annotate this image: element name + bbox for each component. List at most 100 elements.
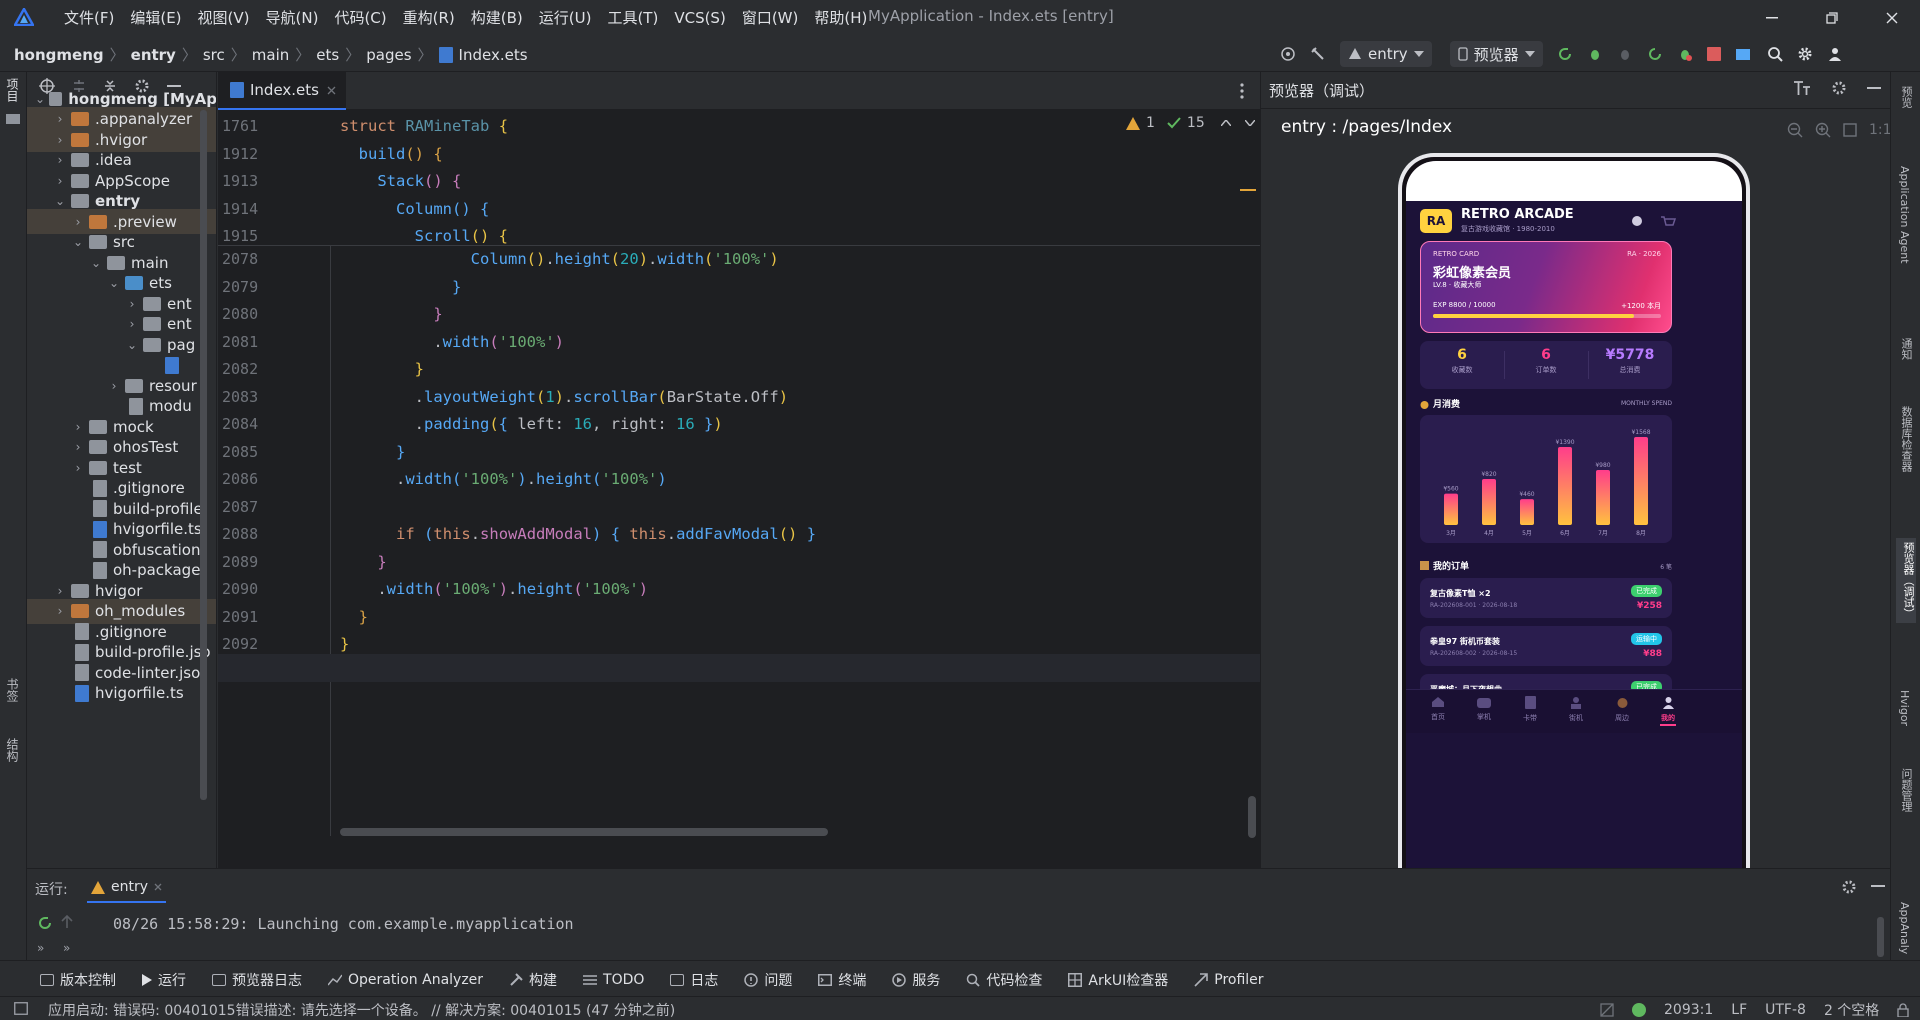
indent-setting[interactable]: 2 个空格 [1824, 1000, 1879, 1020]
chevron-down-icon[interactable]: ⌄ [71, 235, 85, 249]
panel-toggle-icon[interactable] [14, 1002, 28, 1015]
rerun-icon[interactable] [37, 915, 53, 931]
order-row[interactable]: 拳皇97 街机币套装 RA-202608-002 · 2026-08-15 运输… [1420, 626, 1672, 666]
chevron-right-icon[interactable]: › [53, 174, 67, 188]
tool-run[interactable]: 运行 [142, 970, 186, 990]
chevron-right-icon[interactable]: › [71, 440, 85, 454]
stat-favorites[interactable]: 6 收藏数 [1420, 347, 1504, 375]
zoom-in-icon[interactable] [1815, 122, 1831, 138]
warning-marker[interactable] [1240, 189, 1256, 191]
tool-vcs[interactable]: 版本控制 [40, 970, 116, 990]
app-logo-icon[interactable] [14, 8, 34, 26]
notifications-tool-button[interactable]: 通知 [1898, 338, 1914, 360]
chevron-right-icon[interactable]: › [71, 420, 85, 434]
run-settings-icon[interactable] [1841, 879, 1857, 895]
crumb-file[interactable]: Index.ets [459, 46, 528, 64]
crumb-pages[interactable]: pages [366, 46, 411, 64]
menu-help[interactable]: 帮助(H) [806, 7, 875, 29]
member-card[interactable]: RETRO CARD RA · 2026 彩虹像素会员 LV.8 · 收藏大师 … [1420, 241, 1672, 333]
file-encoding[interactable]: UTF-8 [1765, 1002, 1806, 1018]
device-manager-icon[interactable] [1735, 46, 1753, 62]
gamepad-icon[interactable] [1632, 216, 1642, 226]
run-scrollbar[interactable] [1877, 917, 1884, 957]
attach-debugger-icon[interactable] [1617, 46, 1633, 62]
more-options-icon[interactable] [1240, 83, 1244, 99]
cart-icon[interactable] [1660, 215, 1676, 229]
device-select[interactable]: 预览器 [1449, 41, 1543, 67]
app-agent-tool-button[interactable]: Application Agent [1898, 166, 1911, 264]
app-analyzer-tool-button[interactable]: AppAnaly [1898, 902, 1911, 954]
chevron-down-icon[interactable]: ⌄ [89, 256, 103, 270]
close-window-icon[interactable] [1880, 6, 1904, 30]
code-body[interactable]: Column().height(20).width('100%') } } .w… [340, 246, 816, 686]
zoom-out-icon[interactable] [1787, 122, 1803, 138]
crumb-src[interactable]: src [203, 46, 225, 64]
chevron-down-icon[interactable] [1244, 120, 1255, 126]
editor-vscrollbar[interactable] [1248, 796, 1256, 838]
chevron-right-icon[interactable]: › [53, 604, 67, 618]
close-tab-icon[interactable] [327, 86, 336, 95]
profile-icon[interactable] [1677, 46, 1693, 62]
apply-changes-icon[interactable] [1647, 46, 1663, 62]
menu-vcs[interactable]: VCS(S) [666, 7, 733, 29]
rerun-icon[interactable] [1557, 46, 1573, 62]
line-separator[interactable]: LF [1731, 1002, 1747, 1018]
expand-icon[interactable]: » [63, 941, 70, 955]
settings-gear-icon[interactable] [1797, 46, 1813, 62]
tree-item[interactable]: hvigorfile.ts [27, 681, 216, 706]
order-row[interactable]: 复古像素T恤 ×2 RA-202608-001 · 2026-08-18 已完成… [1420, 578, 1672, 618]
tool-operation-analyzer[interactable]: Operation Analyzer [328, 972, 483, 988]
fit-screen-icon[interactable] [1843, 123, 1857, 137]
previewer-debug-tool-button[interactable]: 预览器（调试） [1896, 538, 1916, 623]
database-inspector-tool-button[interactable]: 数据库检查器 [1898, 406, 1914, 472]
menu-window[interactable]: 窗口(W) [734, 7, 807, 29]
menu-refactor[interactable]: 重构(R) [395, 7, 463, 29]
nav-cartridge[interactable]: 卡带 [1508, 694, 1552, 723]
menu-tools[interactable]: 工具(T) [599, 7, 666, 29]
hide-preview-icon[interactable] [1867, 87, 1881, 89]
no-sync-icon[interactable] [1600, 1003, 1614, 1017]
menu-run[interactable]: 运行(U) [531, 7, 600, 29]
restore-icon[interactable] [1820, 6, 1844, 30]
tool-todo[interactable]: TODO [583, 972, 644, 988]
hammer-bug-icon[interactable] [1310, 46, 1326, 62]
project-tool-button[interactable]: 项目 [5, 78, 21, 102]
hvigor-tool-button[interactable]: Hvigor [1898, 690, 1911, 726]
close-tab-icon[interactable] [154, 883, 162, 891]
search-icon[interactable] [1767, 46, 1783, 62]
status-ok-icon[interactable] [1632, 1003, 1646, 1017]
tool-previewer-log[interactable]: 预览器日志 [212, 970, 302, 990]
stop-icon[interactable] [1706, 47, 1721, 61]
issue-management-tool-button[interactable]: 问题管理 [1898, 768, 1914, 812]
inspection-widget[interactable]: 1 15 [1126, 115, 1255, 131]
bookmarks-tool-button[interactable]: 书签 [5, 678, 21, 702]
minimize-icon[interactable] [1760, 6, 1784, 30]
menu-build[interactable]: 构建(B) [463, 7, 531, 29]
cursor-position[interactable]: 2093:1 [1664, 1002, 1713, 1018]
chevron-right-icon[interactable]: › [71, 215, 85, 229]
chevron-right-icon[interactable]: › [53, 133, 67, 147]
scroll-up-icon[interactable] [61, 915, 73, 929]
previewer-settings-icon[interactable] [1831, 80, 1847, 96]
nav-handheld[interactable]: 掌机 [1462, 694, 1506, 722]
tool-arkui-inspector[interactable]: ArkUI检查器 [1068, 970, 1168, 990]
crumb-main[interactable]: main [252, 46, 289, 64]
tool-profiler[interactable]: Profiler [1194, 972, 1264, 988]
crumb-ets[interactable]: ets [316, 46, 339, 64]
tool-log[interactable]: 日志 [670, 970, 718, 990]
tab-index-ets[interactable]: Index.ets [218, 72, 346, 110]
nav-merch[interactable]: 周边 [1600, 694, 1644, 723]
run-config-select[interactable]: entry [1340, 41, 1432, 67]
lock-icon[interactable] [1897, 1003, 1909, 1017]
chevron-down-icon[interactable]: ⌄ [107, 276, 121, 290]
nav-home[interactable]: 首页 [1416, 694, 1460, 722]
debug-icon[interactable] [1587, 46, 1603, 62]
nav-mine[interactable]: 我的 [1646, 694, 1690, 726]
nav-arcade[interactable]: 街机 [1554, 694, 1598, 723]
menu-navigate[interactable]: 导航(N) [258, 7, 327, 29]
font-size-icon[interactable] [1793, 80, 1811, 96]
chevron-right-icon[interactable]: › [107, 379, 121, 393]
chevron-down-icon[interactable]: ⌄ [35, 92, 45, 106]
stat-spend[interactable]: ¥5778 总消费 [1588, 347, 1672, 375]
hide-run-icon[interactable] [1871, 885, 1885, 887]
